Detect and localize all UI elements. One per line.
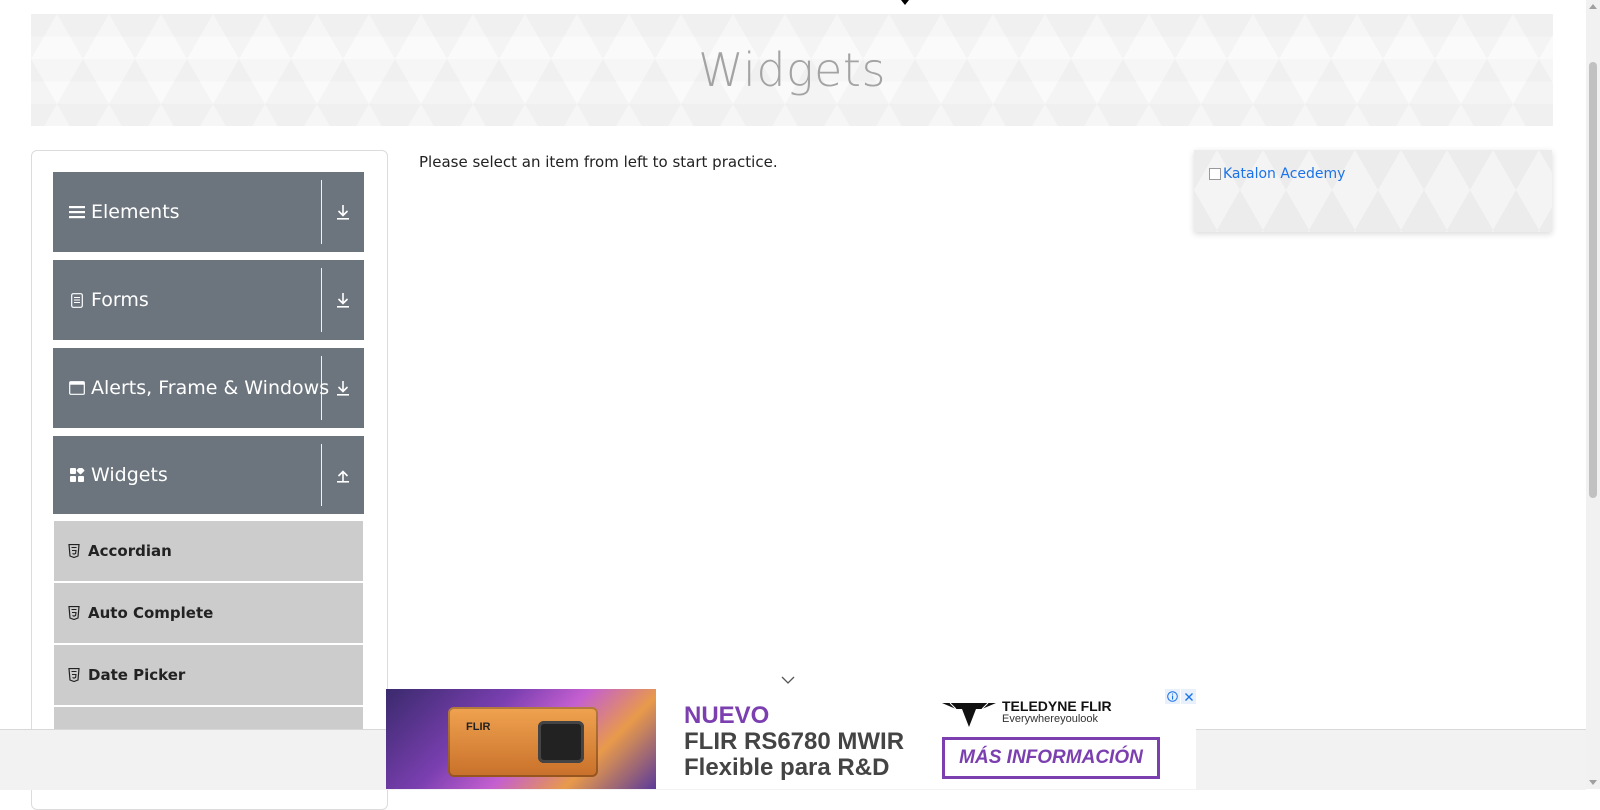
- divider: [321, 180, 322, 244]
- ad-line-2: FLIR RS6780 MWIR: [684, 728, 905, 755]
- divider: [321, 356, 322, 420]
- logo-brand-text: TELEDYNE FLIR: [1002, 698, 1112, 714]
- logo-tagline-text: Everywhereyoulook: [1002, 713, 1098, 725]
- teledyne-flir-logo: TELEDYNE FLIR Everywhereyoulook: [942, 699, 1112, 727]
- menu-item-date-picker[interactable]: Date Picker: [54, 645, 363, 707]
- divider: [321, 268, 322, 332]
- sidebar-group-label: Forms: [91, 289, 149, 311]
- scroll-down-icon[interactable]: [1589, 780, 1597, 785]
- broken-image-icon: [1209, 168, 1221, 180]
- camera-lens: [538, 721, 584, 763]
- window-icon: [69, 380, 85, 396]
- flir-advertisement[interactable]: FLIR NUEVO FLIR RS6780 MWIR Flexible par…: [386, 689, 1196, 789]
- sidebar-group-label: Elements: [91, 201, 180, 223]
- upload-arrow-icon[interactable]: [332, 436, 354, 514]
- katalon-academy-alt-text: Katalon Acedemy: [1223, 166, 1346, 182]
- katalon-academy-link[interactable]: Katalon Acedemy: [1209, 166, 1345, 182]
- scroll-up-icon[interactable]: [1589, 4, 1597, 9]
- more-info-button[interactable]: MÁS INFORMACIÓN: [942, 737, 1160, 779]
- menu-item-accordian[interactable]: Accordian: [54, 521, 363, 583]
- page-header-banner: Widgets: [31, 14, 1553, 126]
- vertical-scrollbar[interactable]: [1586, 0, 1600, 789]
- ad-line-3: Flexible para R&D: [684, 754, 890, 781]
- menu-item-label: Accordian: [88, 542, 172, 560]
- menu-item-label: Auto Complete: [88, 604, 214, 622]
- sidebar-group-alerts-frame-windows[interactable]: Alerts, Frame & Windows: [53, 348, 364, 428]
- sidebar-group-label: Alerts, Frame & Windows: [91, 377, 330, 399]
- download-arrow-icon[interactable]: [332, 348, 354, 428]
- sidebar-group-elements[interactable]: Elements: [53, 172, 364, 252]
- menu-item-auto-complete[interactable]: Auto Complete: [54, 583, 363, 645]
- katalon-ad-box: Katalon Acedemy: [1194, 150, 1552, 232]
- sidebar-group-label: Widgets: [91, 464, 168, 486]
- scrollbar-thumb[interactable]: [1589, 62, 1597, 498]
- left-sidebar-panel: Elements Forms Alerts, Frame & Windows W…: [31, 150, 388, 810]
- sidebar-group-forms[interactable]: Forms: [53, 260, 364, 340]
- info-icon[interactable]: [1165, 689, 1180, 704]
- widgets-submenu: Accordian Auto Complete Date Picker: [54, 521, 363, 747]
- download-arrow-icon[interactable]: [332, 172, 354, 252]
- menu-item-label: Date Picker: [88, 666, 186, 684]
- html5-icon: [68, 668, 80, 682]
- ad-line-1: NUEVO: [684, 702, 770, 729]
- practice-instruction: Please select an item from left to start…: [419, 153, 778, 171]
- camera-brand-label: FLIR: [466, 721, 491, 733]
- html5-icon: [68, 544, 80, 558]
- widgets-icon: [69, 467, 85, 483]
- ad-headline: NUEVO FLIR RS6780 MWIR Flexible para R&D: [684, 703, 904, 781]
- ad-controls: [1164, 689, 1196, 704]
- camera-image: FLIR: [448, 707, 598, 777]
- ad-product-photo: FLIR: [386, 689, 656, 789]
- document-icon: [69, 292, 85, 308]
- page-title: Widgets: [698, 43, 886, 97]
- hamburger-icon: [69, 204, 85, 220]
- cursor-caret-icon: [901, 0, 909, 5]
- html5-icon: [68, 606, 80, 620]
- close-icon[interactable]: [1181, 689, 1196, 704]
- teledyne-logo-mark-icon: [942, 702, 996, 727]
- sidebar-group-widgets[interactable]: Widgets: [53, 436, 364, 514]
- download-arrow-icon[interactable]: [332, 260, 354, 340]
- divider: [321, 444, 322, 506]
- chevron-down-icon[interactable]: [781, 672, 795, 684]
